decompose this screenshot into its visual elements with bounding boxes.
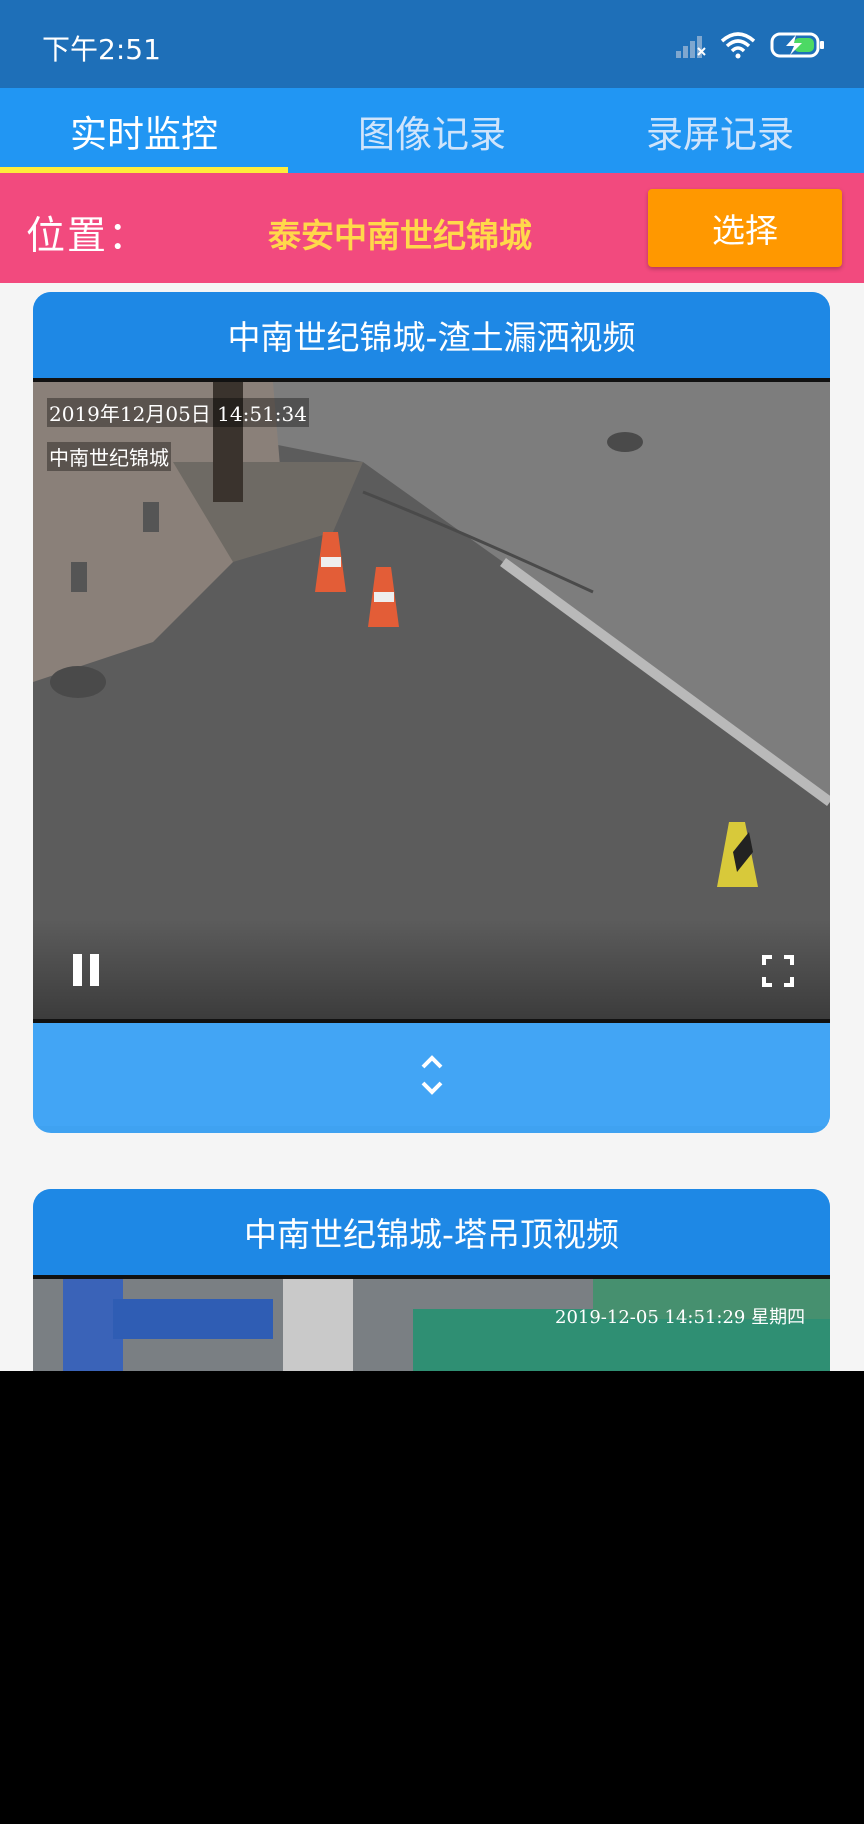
video-timestamp-osd: 2019年12月05日 14:51:34 [47,398,309,427]
signal-icon [676,36,706,58]
tab-image-records-label: 图像记录 [358,112,506,156]
camera-title: 中南世纪锦城-渣土漏洒视频 [33,292,830,378]
tab-image-records[interactable]: 图像记录 [288,88,576,173]
status-bar: 下午2:51 [0,0,864,88]
video-location-osd: 中南世纪锦城 [47,442,171,471]
expand-collapse-bar[interactable] [33,1023,830,1126]
camera-title: 中南世纪锦城-塔吊顶视频 [33,1189,830,1275]
tab-live-monitor[interactable]: 实时监控 [0,88,288,173]
pause-icon[interactable] [71,954,101,986]
select-location-button-label: 选择 [712,211,778,250]
status-time: 下午2:51 [42,33,161,66]
video-controls [33,919,830,1019]
location-value: 泰安中南世纪锦城 [268,216,532,255]
battery-charging-icon [770,32,824,58]
camera-card: 中南世纪锦城-塔吊顶视频 2019-12-05 14:51:29 星期四 [33,1189,830,1371]
app-screen: 下午2:51 实时监控 图像记录 录屏记录 位置： 泰安中南世纪锦城 选择 中南… [0,0,864,1371]
camera-title-text: 中南世纪锦城-塔吊顶视频 [244,1215,619,1254]
camera-title-text: 中南世纪锦城-渣土漏洒视频 [227,318,636,357]
video-player[interactable]: 2019年12月05日 14:51:34 中南世纪锦城 [33,378,830,1023]
select-location-button[interactable]: 选择 [648,189,842,267]
tab-screen-recordings[interactable]: 录屏记录 [576,88,864,173]
tab-bar: 实时监控 图像记录 录屏记录 [0,88,864,173]
tab-screen-recordings-label: 录屏记录 [646,112,794,156]
status-icons [676,30,826,60]
location-label: 位置： [26,214,150,259]
camera-card: 中南世纪锦城-渣土漏洒视频 2019年12月05日 14:51:34 中南世纪锦… [33,292,830,1133]
expand-collapse-icon [421,1054,442,1095]
location-bar: 位置： 泰安中南世纪锦城 选择 [0,173,864,283]
video-player[interactable]: 2019-12-05 14:51:29 星期四 [33,1275,830,1371]
wifi-icon [720,32,756,59]
video-timestamp-osd: 2019-12-05 14:51:29 星期四 [555,1307,806,1328]
tab-live-monitor-label: 实时监控 [70,112,218,156]
fullscreen-icon[interactable] [762,955,794,987]
